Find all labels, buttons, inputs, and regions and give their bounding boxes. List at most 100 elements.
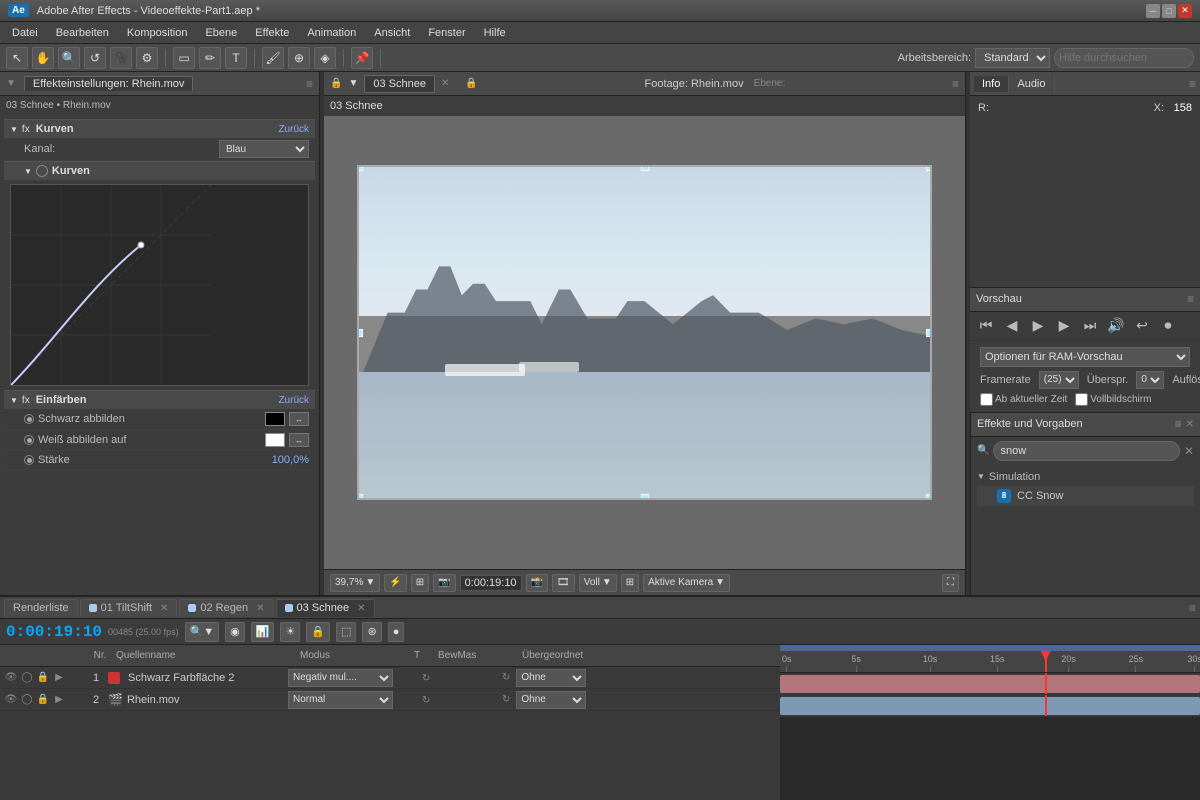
preview-audio[interactable]: 🔊 [1106,316,1126,336]
handle-mr[interactable] [926,329,932,337]
layer-2-mode-select[interactable]: Normal [288,691,393,709]
tl-motion-blur-btn[interactable]: ⊛ [362,622,381,642]
help-search[interactable] [1054,48,1194,68]
starke-value[interactable]: 100,0% [272,454,309,466]
camera-btn[interactable]: 📷 [433,574,455,592]
menu-ebene[interactable]: Ebene [197,25,245,41]
info-panel-menu[interactable]: ≡ [1189,77,1196,91]
effects-panel-menu[interactable]: ≡ [1175,417,1182,431]
workspace-select[interactable]: Standard [975,48,1050,68]
quality-btn[interactable]: Voll ▼ [579,574,617,592]
close-button[interactable]: ✕ [1178,4,1192,18]
layer-1-solo[interactable]: ◯ [20,671,34,685]
tl-search-btn[interactable]: 🔍 ▼ [185,622,220,642]
kurven-anim-dot[interactable] [36,165,48,177]
tl-solo-btn[interactable]: ☀ [280,622,300,642]
center-panel-menu[interactable]: ≡ [952,77,959,91]
layer-1-parent-select[interactable]: Ohne [516,669,586,687]
comp-timecode[interactable]: 0:00:19:10 [460,575,522,591]
comp-close-x[interactable]: ✕ [441,78,449,89]
weiss-color-swatch[interactable] [265,433,285,447]
tl-timecode[interactable]: 0:00:19:10 [6,623,102,641]
menu-ansicht[interactable]: Ansicht [366,25,418,41]
curves-graph[interactable] [10,184,309,386]
cb-vollbild[interactable] [1075,393,1088,406]
cb-aktuell[interactable] [980,393,993,406]
handle-bl[interactable] [357,494,363,500]
tl-graph-btn[interactable]: 📊 [251,622,275,642]
tl-tab-schnee-close[interactable]: ✕ [357,603,365,614]
layer-2-cycle[interactable]: ↻ [422,695,430,706]
tool-camera-pan[interactable]: 🎥 [110,47,132,69]
timeline-panel-menu[interactable]: ≡ [1189,601,1196,615]
tool-eraser[interactable]: ◈ [314,47,336,69]
preview-panel-menu[interactable]: ≡ [1187,292,1194,306]
layer-1-parent-cycle[interactable]: ↻ [502,672,510,683]
tool-pin[interactable]: 📌 [351,47,373,69]
weiss-anim-dot[interactable] [24,435,34,445]
einfarben-reset[interactable]: Zurück [278,395,309,406]
layer-1-cycle[interactable]: ↻ [422,673,430,684]
handle-br[interactable] [926,494,932,500]
track-layer-2[interactable] [780,695,1200,717]
maximize-button[interactable]: □ [1162,4,1176,18]
preview-last[interactable]: ⏭ [1080,316,1100,336]
preview-first[interactable]: ⏮ [976,316,996,336]
kurven-sub-header[interactable]: ▼ Kurven [4,161,315,180]
starke-anim-dot[interactable] [24,455,34,465]
tool-brush[interactable]: 🖌 [262,47,284,69]
cb-vollbild-label[interactable]: Vollbildschirm [1075,393,1151,406]
menu-effekte[interactable]: Effekte [247,25,297,41]
tl-tab-regen-close[interactable]: ✕ [256,603,264,614]
simulation-category[interactable]: ▼ Simulation [977,469,1194,485]
panel-menu-icon[interactable]: ≡ [306,77,313,91]
tl-tab-tiltshift-close[interactable]: ✕ [160,603,168,614]
kurven-reset[interactable]: Zurück [278,124,309,135]
table-row[interactable]: 👁 ◯ 🔒 ▶ 2 🎬 Rhein.mov Normal ↻ [0,689,780,711]
fullscreen-btn[interactable]: ⛶ [942,574,959,592]
cb-aktuell-label[interactable]: Ab aktueller Zeit [980,393,1067,406]
layer-1-eye[interactable]: 👁 [4,671,18,685]
layer-2-lock[interactable]: 🔒 [36,693,50,707]
layer-1-expand[interactable]: ▶ [52,671,66,685]
preview-record[interactable]: ⏺ [1158,316,1178,336]
framerate-select[interactable]: (25) [1039,371,1079,389]
comp-view[interactable]: 03 Schnee [324,96,965,569]
layer-2-eye[interactable]: 👁 [4,693,18,707]
tool-pen[interactable]: ✏ [199,47,221,69]
handle-tm[interactable] [641,165,649,171]
effects-search-input[interactable] [993,441,1179,461]
tab-audio[interactable]: Audio [1009,76,1054,92]
tl-render-btn[interactable]: ● [388,622,405,642]
layer-1-mode-select[interactable]: Negativ mul.... [288,669,393,687]
tl-playhead[interactable] [1045,651,1047,672]
kanal-select[interactable]: RGBRotGrünBlauAlpha [219,140,309,158]
schwarz-anim-dot[interactable] [24,414,34,424]
weiss-icon[interactable]: ↔ [289,433,309,447]
schwarz-color-swatch[interactable] [265,412,285,426]
tool-settings[interactable]: ⚙ [136,47,158,69]
tool-hand[interactable]: ✋ [32,47,54,69]
zoom-btn[interactable]: 39,7% ▼ [330,574,380,592]
handle-ml[interactable] [357,329,363,337]
tl-markers-btn[interactable]: ◉ [225,622,245,642]
tool-clone[interactable]: ⊕ [288,47,310,69]
camera-view-btn[interactable]: Aktive Kamera ▼ [643,574,730,592]
ram-preview-select[interactable]: Optionen für RAM-Vorschau [980,347,1190,367]
layer-2-parent-cycle[interactable]: ↻ [502,694,510,705]
tool-zoom[interactable]: 🔍 [58,47,80,69]
tl-tab-renderliste[interactable]: Renderliste [4,599,78,617]
tl-tab-schnee[interactable]: 03 Schnee ✕ [276,599,375,617]
comp-tab-schnee[interactable]: 03 Schnee [364,75,435,93]
comp-menu-icon[interactable]: ▼ [348,78,358,89]
menu-fenster[interactable]: Fenster [420,25,473,41]
track-layer-1[interactable] [780,673,1200,695]
tl-draft-btn[interactable]: ⬚ [336,622,356,642]
cc-snow-item[interactable]: 8 CC Snow [977,486,1194,506]
preview-prev-frame[interactable]: ◀ [1002,316,1022,336]
layer-1-lock[interactable]: 🔒 [36,671,50,685]
effect-settings-tab[interactable]: Effekteinstellungen: Rhein.mov [24,76,193,91]
table-row[interactable]: 👁 ◯ 🔒 ▶ 1 Schwarz Farbfläche 2 Negativ m… [0,667,780,689]
schwarz-icon[interactable]: ↔ [289,412,309,426]
tool-rotate[interactable]: ↺ [84,47,106,69]
